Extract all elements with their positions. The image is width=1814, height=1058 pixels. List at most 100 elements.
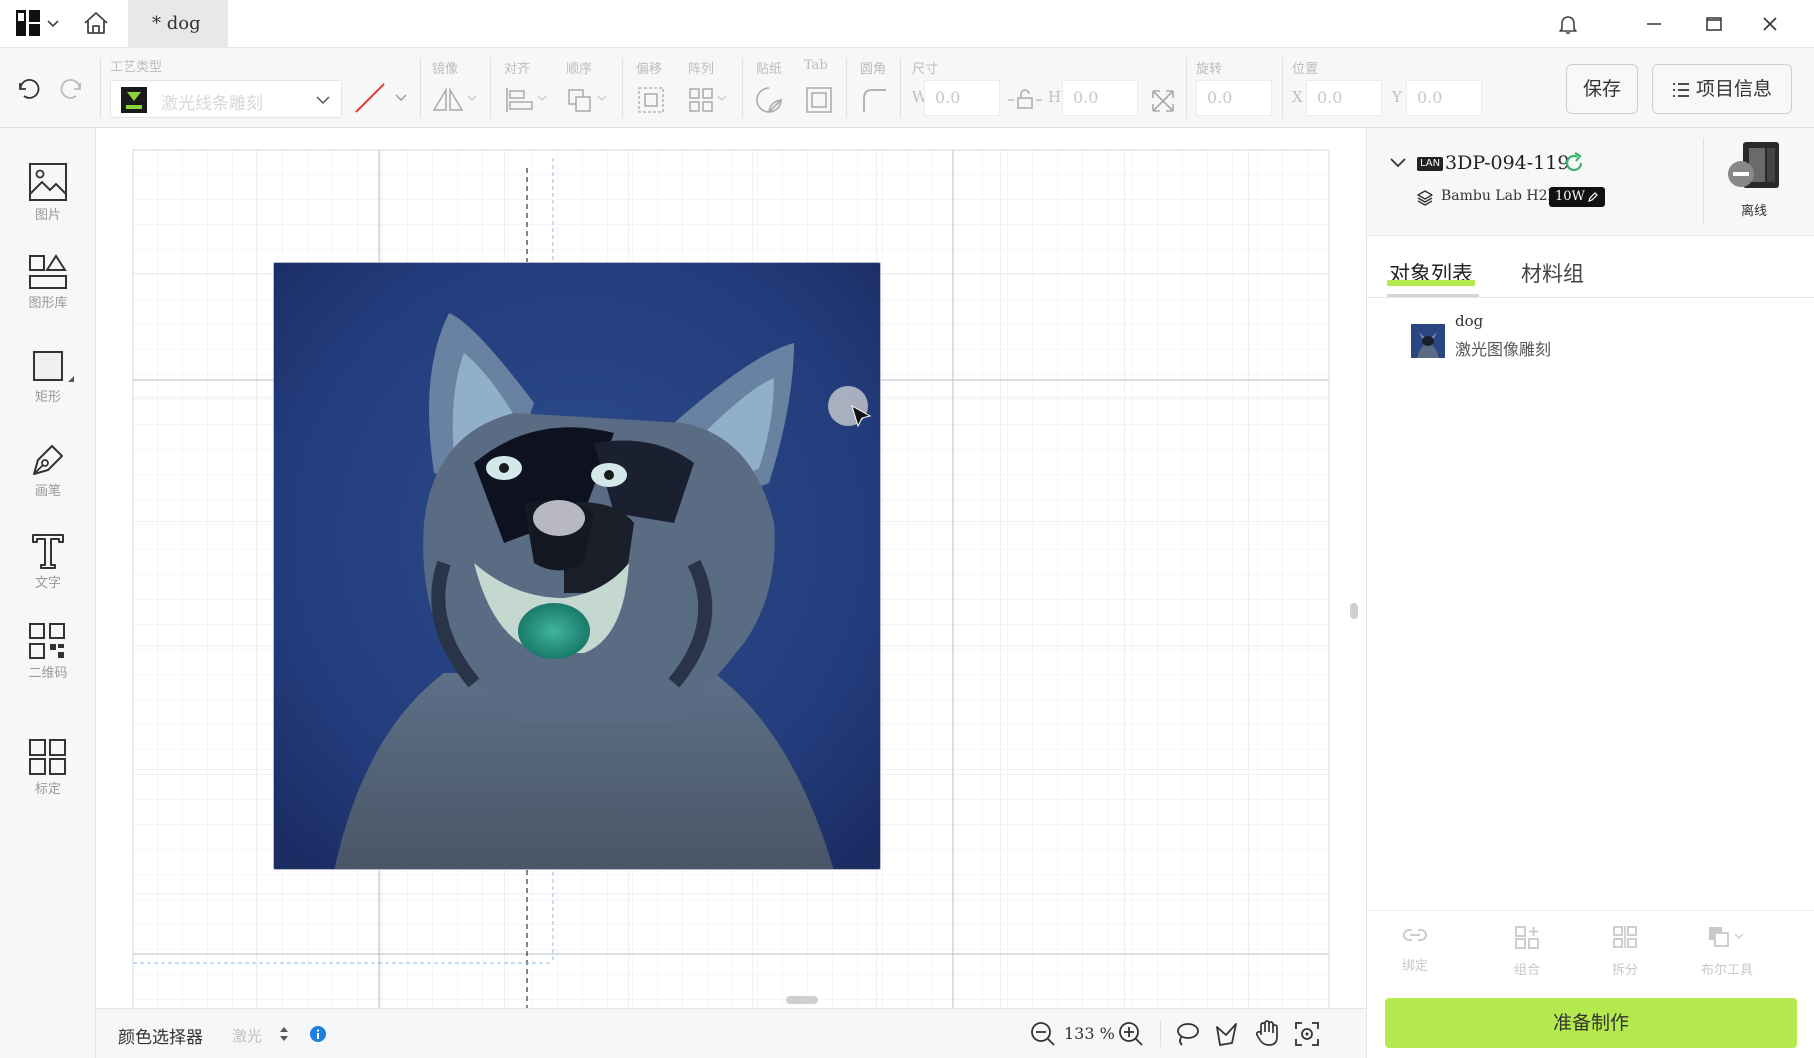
notification-bell-icon[interactable] — [1556, 12, 1580, 36]
height-input[interactable]: 0.0 — [1062, 80, 1138, 116]
close-icon[interactable] — [1758, 12, 1782, 36]
process-type-label: 工艺类型 — [110, 60, 163, 75]
calibrate-icon — [29, 739, 66, 775]
zoom-in-icon[interactable] — [1118, 1021, 1144, 1047]
tool-text[interactable]: 文字 — [0, 532, 96, 591]
shape-library-icon — [29, 254, 67, 289]
device-collapse-chevron-icon[interactable] — [1389, 156, 1407, 170]
ungroup-icon — [1613, 926, 1637, 948]
rotate-input[interactable]: 0.0 — [1196, 80, 1272, 116]
text-icon — [32, 534, 64, 569]
minimize-icon[interactable] — [1642, 12, 1666, 36]
offset-label: 偏移 — [636, 62, 663, 77]
sticker-label: 贴纸 — [756, 62, 783, 77]
laser-power-badge[interactable]: 10W — [1549, 187, 1605, 207]
tool-rectangle[interactable]: 矩形 — [0, 350, 96, 405]
x-input[interactable]: 0.0 — [1306, 80, 1382, 116]
tool-qrcode[interactable]: 二维码 — [0, 622, 96, 681]
refresh-icon[interactable] — [1563, 152, 1585, 174]
fit-size-icon[interactable] — [1150, 88, 1176, 114]
lasso-icon[interactable] — [1174, 1021, 1200, 1047]
status-bar: 颜色选择器 激光 133 % — [96, 1008, 1366, 1058]
group-button[interactable]: 组合 — [1487, 925, 1567, 978]
laser-power-value: 10W — [1555, 189, 1585, 204]
info-icon[interactable] — [310, 1026, 326, 1042]
object-thumbnail — [1411, 324, 1445, 358]
boolean-icon — [1709, 927, 1744, 947]
home-icon[interactable] — [82, 10, 110, 36]
ungroup-label: 拆分 — [1611, 963, 1638, 978]
mode-value[interactable]: 激光 — [232, 1025, 262, 1046]
tool-pen-label: 画笔 — [34, 484, 61, 499]
array-icon[interactable] — [688, 86, 734, 114]
zoom-value[interactable]: 133 % — [1064, 1024, 1115, 1043]
image-icon — [29, 163, 67, 201]
tool-shape-library-label: 图形库 — [28, 296, 68, 311]
undo-icon[interactable] — [12, 74, 42, 104]
printer-model-icon — [1417, 190, 1433, 206]
polygon-select-icon[interactable] — [1214, 1021, 1240, 1047]
tool-pen[interactable]: 画笔 — [0, 442, 96, 499]
bind-label: 绑定 — [1401, 959, 1428, 974]
bind-button[interactable]: 绑定 — [1375, 925, 1455, 974]
right-panel: LAN 3DP-094-119 Bambu Lab H2D 10W 离线 对象列… — [1366, 128, 1814, 1058]
project-info-label: 项目信息 — [1695, 78, 1772, 100]
design-canvas[interactable] — [96, 128, 1366, 1008]
line-color-swatch-icon[interactable] — [352, 80, 388, 116]
tab-label: Tab — [804, 58, 828, 73]
document-tab-label: * dog — [152, 13, 201, 34]
corner-label: 圆角 — [860, 62, 887, 77]
tool-image[interactable]: 图片 — [0, 162, 96, 223]
fit-view-icon[interactable] — [1294, 1021, 1320, 1047]
corner-radius-icon[interactable] — [860, 86, 888, 114]
hand-pan-icon[interactable] — [1254, 1019, 1280, 1047]
pen-icon — [33, 445, 63, 475]
order-icon[interactable] — [566, 86, 612, 114]
maximize-icon[interactable] — [1702, 12, 1726, 36]
offset-icon[interactable] — [636, 86, 666, 114]
color-picker-label[interactable]: 颜色选择器 — [118, 1023, 203, 1048]
mouse-cursor-icon — [828, 386, 872, 428]
boolean-tool-button[interactable]: 布尔工具 — [1679, 925, 1775, 978]
device-name: 3DP-094-119 — [1445, 152, 1570, 174]
chevron-down-icon — [316, 96, 330, 105]
rotate-label: 旋转 — [1196, 62, 1223, 77]
mirror-icon[interactable] — [432, 86, 478, 114]
array-label: 阵列 — [688, 62, 715, 77]
mirror-label: 镜像 — [432, 62, 459, 77]
align-icon[interactable] — [504, 86, 550, 114]
dog-image-object[interactable] — [273, 262, 881, 870]
tab-underline — [1387, 294, 1479, 297]
ungroup-button[interactable]: 拆分 — [1585, 925, 1665, 978]
link-icon — [1403, 929, 1427, 941]
document-tab[interactable]: * dog — [128, 0, 228, 48]
tool-shape-library[interactable]: 图形库 — [0, 254, 96, 311]
laser-process-icon — [121, 87, 147, 113]
width-input[interactable]: 0.0 — [924, 80, 1000, 116]
position-label: 位置 — [1292, 62, 1319, 77]
save-button[interactable]: 保存 — [1566, 64, 1638, 114]
aspect-lock-icon[interactable] — [1006, 88, 1044, 110]
y-prefix: Y — [1392, 88, 1402, 106]
x-prefix: X — [1292, 88, 1303, 106]
list-icon — [1672, 83, 1689, 97]
process-type-select[interactable]: 激光线条雕刻 — [110, 80, 342, 118]
redo-icon[interactable] — [58, 74, 88, 104]
sticker-icon[interactable] — [754, 86, 784, 114]
app-menu-chevron-icon[interactable] — [46, 17, 60, 31]
tab-material-group[interactable]: 材料组 — [1521, 258, 1584, 288]
line-color-chevron-icon[interactable] — [394, 92, 408, 104]
rectangle-icon — [33, 351, 74, 382]
size-label: 尺寸 — [912, 62, 939, 77]
project-info-button[interactable]: 项目信息 — [1652, 64, 1792, 114]
group-label: 组合 — [1513, 963, 1540, 978]
object-actions: 绑定 组合 拆分 布尔工具 — [1367, 910, 1814, 996]
zoom-out-icon[interactable] — [1030, 1021, 1056, 1047]
app-logo-icon[interactable] — [16, 10, 40, 36]
mode-stepper-icon[interactable] — [278, 1025, 290, 1043]
tab-tool-icon[interactable] — [804, 86, 834, 114]
prepare-button[interactable]: 准备制作 — [1385, 998, 1797, 1048]
tool-calibrate[interactable]: 标定 — [0, 738, 96, 797]
printer-device-icon — [1728, 142, 1779, 188]
y-input[interactable]: 0.0 — [1406, 80, 1482, 116]
